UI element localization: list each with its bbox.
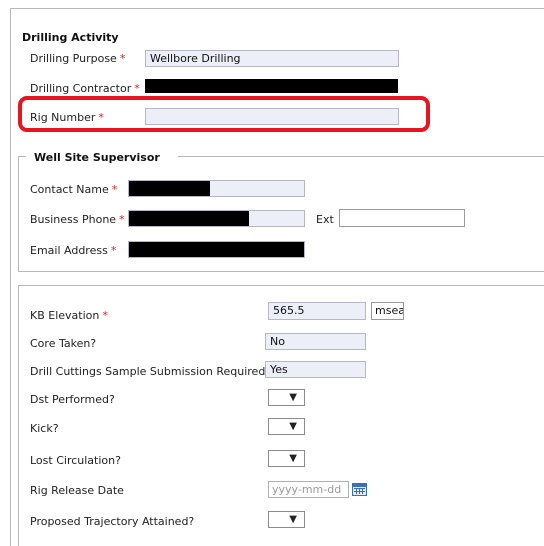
- chevron-down-icon: ▼: [289, 453, 297, 464]
- core-taken-field[interactable]: No: [265, 333, 366, 350]
- drill-cuttings-field[interactable]: Yes: [265, 361, 366, 378]
- required-marker: *: [110, 244, 117, 257]
- chevron-down-icon: ▼: [289, 421, 297, 432]
- rig-number-label: Rig Number *: [30, 111, 104, 124]
- rig-number-field[interactable]: [145, 108, 399, 125]
- required-marker: *: [111, 183, 118, 196]
- calendar-icon[interactable]: [352, 483, 367, 496]
- required-marker: *: [119, 52, 126, 65]
- kb-elevation-field[interactable]: 565.5: [268, 302, 366, 320]
- required-marker: *: [102, 309, 108, 322]
- required-marker: *: [119, 213, 125, 226]
- fieldset-border-bottom: [18, 271, 544, 272]
- drill-cuttings-label: Drill Cuttings Sample Submission Require…: [30, 365, 272, 378]
- details-border-top: [18, 285, 544, 286]
- drilling-activity-title: Drilling Activity: [22, 31, 119, 44]
- fieldset-border-left: [18, 156, 19, 272]
- contact-name-redacted: [129, 181, 210, 196]
- dst-performed-select[interactable]: ▼: [268, 389, 305, 406]
- email-address-field[interactable]: [128, 241, 305, 258]
- drilling-purpose-field[interactable]: Wellbore Drilling: [145, 50, 399, 67]
- calendar-icon-header: [353, 484, 366, 487]
- email-address-redacted: [129, 242, 304, 257]
- calendar-icon-grid: [354, 488, 365, 494]
- panel-border-top: [10, 8, 544, 9]
- dst-performed-label: Dst Performed?: [30, 393, 115, 406]
- contact-name-label: Contact Name *: [30, 183, 118, 196]
- kb-elevation-label: KB Elevation *: [30, 309, 108, 322]
- ext-label: Ext: [316, 213, 334, 226]
- business-phone-field[interactable]: [128, 210, 305, 227]
- required-marker: *: [134, 82, 140, 95]
- business-phone-label: Business Phone *: [30, 213, 125, 226]
- details-border-left: [18, 285, 19, 546]
- proposed-trajectory-label: Proposed Trajectory Attained?: [30, 515, 195, 528]
- email-address-label: Email Address *: [30, 244, 117, 257]
- core-taken-label: Core Taken?: [30, 337, 97, 350]
- kick-select[interactable]: ▼: [268, 418, 305, 435]
- proposed-trajectory-select[interactable]: ▼: [268, 511, 305, 528]
- drilling-contractor-field-redacted[interactable]: [145, 79, 398, 93]
- business-phone-redacted: [129, 211, 249, 226]
- well-site-supervisor-title: Well Site Supervisor: [34, 151, 160, 164]
- chevron-down-icon: ▼: [289, 514, 297, 525]
- kick-label: Kick?: [30, 422, 59, 435]
- lost-circulation-label: Lost Circulation?: [30, 454, 121, 467]
- ext-field[interactable]: [339, 209, 465, 227]
- drilling-purpose-label: Drilling Purpose *: [30, 52, 126, 65]
- contact-name-field[interactable]: [128, 180, 305, 197]
- rig-release-date-label: Rig Release Date: [30, 484, 124, 497]
- panel-border-left: [10, 8, 11, 546]
- rig-release-date-input[interactable]: yyyy-mm-dd: [268, 481, 349, 498]
- drilling-contractor-label: Drilling Contractor *: [30, 82, 140, 95]
- lost-circulation-select[interactable]: ▼: [268, 450, 305, 467]
- chevron-down-icon: ▼: [289, 392, 297, 403]
- required-marker: *: [98, 111, 104, 124]
- kb-elevation-unit: msea: [371, 302, 404, 320]
